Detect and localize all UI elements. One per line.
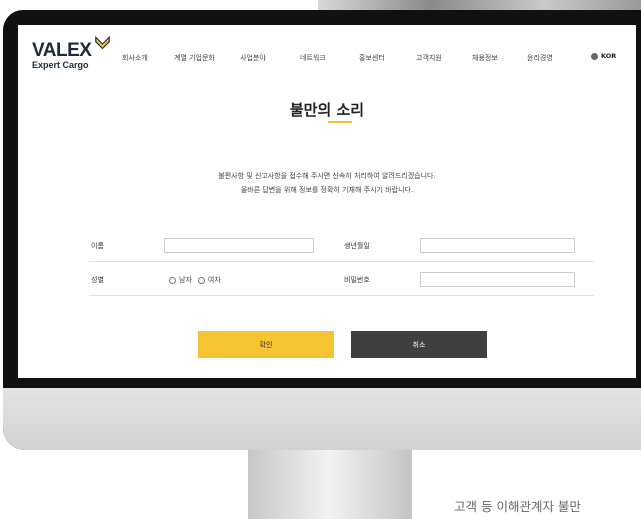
website-screen: VALEX Expert Cargo 회사소개 계열 기업문화 사업분야 네트워… (18, 25, 636, 378)
nav-item-ethics[interactable]: 윤리경영 (527, 53, 553, 63)
page-title: 불만의 소리 (289, 101, 365, 119)
language-label: KOR (601, 52, 617, 60)
valex-logo[interactable]: VALEX Expert Cargo (32, 35, 110, 70)
password-input[interactable] (420, 272, 575, 287)
nav-item-business[interactable]: 사업분야 (240, 53, 266, 63)
confirm-button[interactable]: 확인 (198, 331, 334, 358)
password-label: 비밀번호 (344, 276, 370, 284)
caption-text: 고객 등 이해관계자 불만 (454, 499, 581, 514)
female-label: 여자 (207, 276, 221, 284)
language-selector[interactable]: KOR (591, 52, 616, 60)
cancel-button[interactable]: 취소 (351, 331, 487, 358)
logo-wordmark: VALEX (32, 40, 92, 61)
nav-item-pr[interactable]: 홍보센터 (359, 53, 385, 63)
logo-tagline: Expert Cargo (32, 60, 89, 70)
male-radio[interactable] (169, 276, 176, 284)
title-underline (328, 121, 352, 123)
chevron-logo-icon (95, 35, 110, 50)
nav-item-support[interactable]: 고객지원 (416, 53, 442, 63)
row-divider (89, 295, 594, 296)
birthdate-input[interactable] (420, 238, 575, 253)
globe-icon (591, 52, 598, 60)
gender-label: 성별 (91, 276, 104, 284)
nav-item-network[interactable]: 네트워크 (300, 53, 326, 63)
monitor-chin (3, 388, 641, 450)
name-label: 이름 (91, 242, 104, 250)
male-label: 남자 (179, 276, 192, 284)
nav-item-careers[interactable]: 채용정보 (472, 53, 498, 63)
intro-text-line2: 올바른 답변을 위해 정보를 정확히 기재해 주시기 바랍니다. (240, 186, 414, 194)
intro-text-line1: 불편사항 및 신고사항을 접수해 주시면 신속히 처리하여 알려드리겠습니다. (218, 172, 436, 180)
name-input[interactable] (164, 238, 314, 253)
nav-item-company[interactable]: 회사소개 (122, 53, 148, 63)
monitor-stand (248, 450, 412, 519)
row-divider (89, 261, 594, 262)
nav-item-culture[interactable]: 계열 기업문화 (174, 53, 215, 63)
monitor: VALEX Expert Cargo 회사소개 계열 기업문화 사업분야 네트워… (3, 10, 641, 450)
gender-options: 남자 여자 (169, 275, 221, 285)
female-radio[interactable] (197, 276, 205, 284)
birthdate-label: 생년월일 (344, 242, 370, 250)
